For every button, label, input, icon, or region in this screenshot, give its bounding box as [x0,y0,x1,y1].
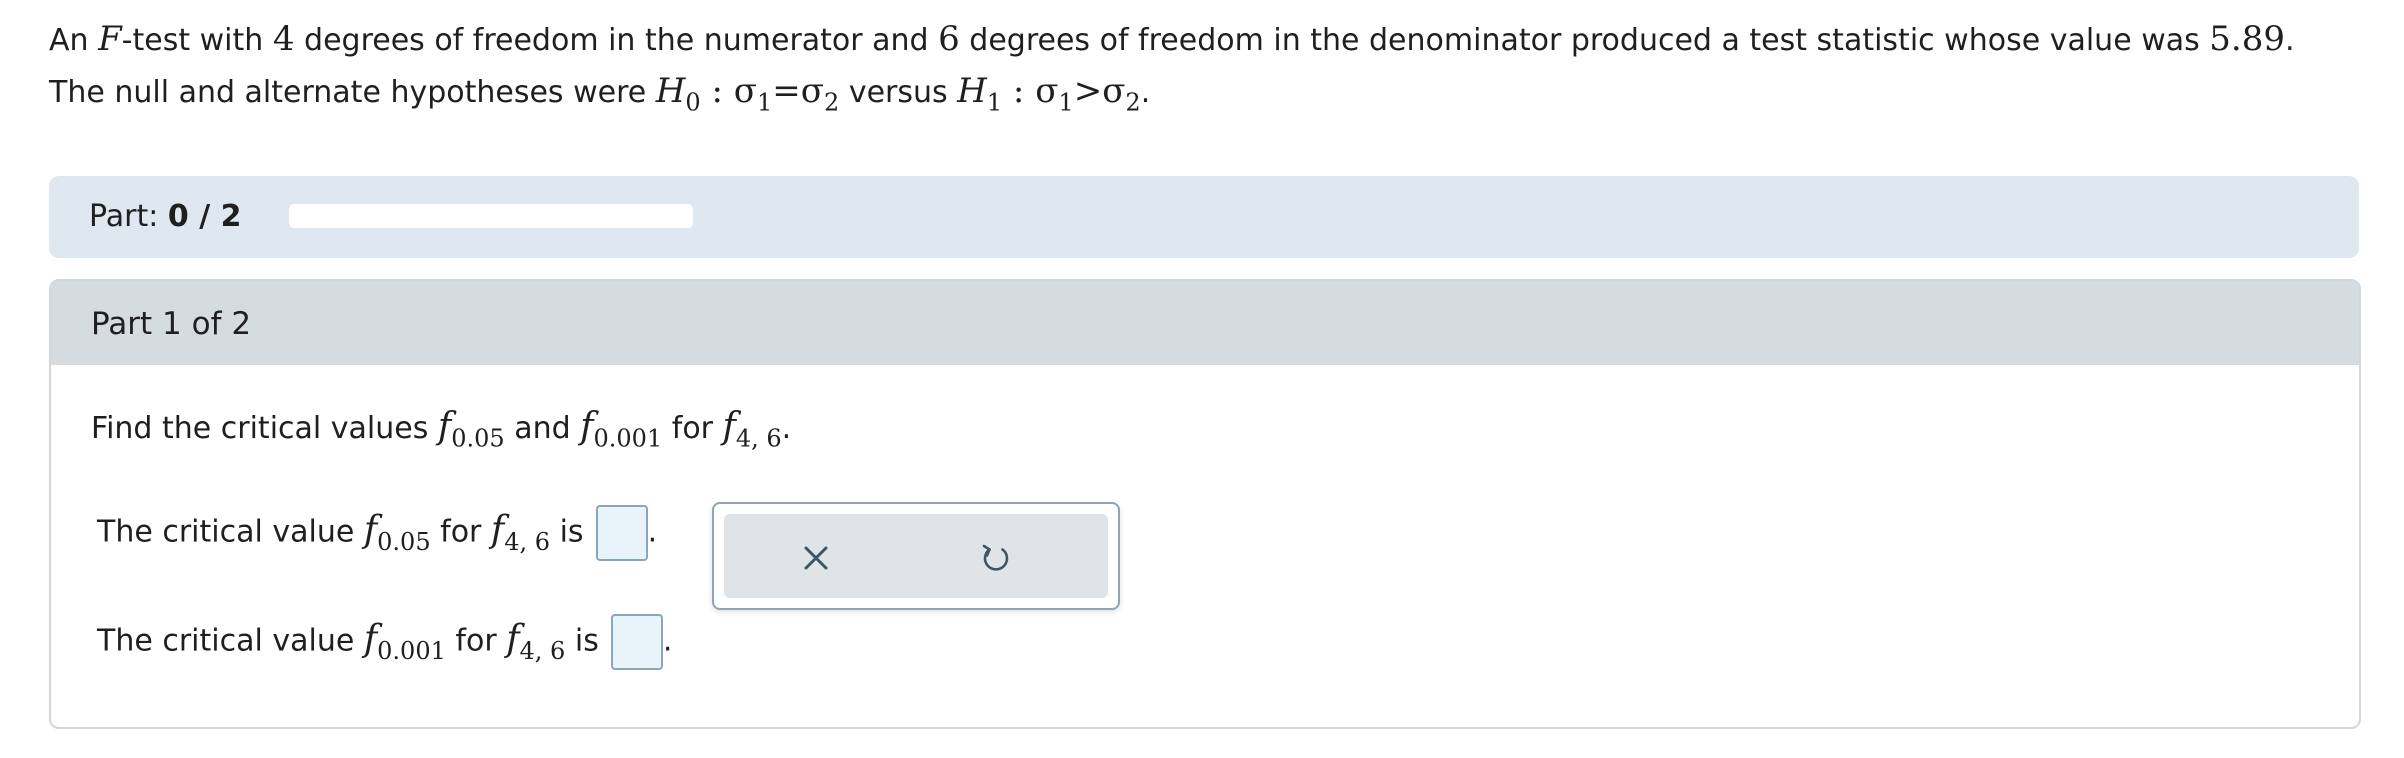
answer-toolbox [712,502,1120,610]
question-1: The critical value f0.05 for f4, 6 is. [97,505,657,561]
undo-button[interactable] [974,536,1018,580]
undo-icon [982,544,1009,571]
part-title: Part 1 of 2 [91,306,252,342]
toolbox-inner [724,514,1108,598]
question-2: The critical value f0.001 for f4, 6 is. [97,614,672,670]
progress-track [289,204,693,228]
close-icon [804,546,828,570]
answer-input-2[interactable] [610,614,663,670]
instruction-text: Find the critical values f0.05 and f0.00… [91,406,792,453]
part-header: Part 1 of 2 [51,281,2359,365]
part-progress-bar: Part: 0 / 2 [49,176,2359,258]
answer-input-1[interactable] [595,505,648,561]
problem-statement: An F-test with 4 degrees of freedom in t… [49,19,2295,117]
part-counter: Part: 0 / 2 [89,199,242,234]
clear-button[interactable] [794,536,838,580]
part-card: Part 1 of 2 Find the critical values f0.… [49,279,2361,729]
